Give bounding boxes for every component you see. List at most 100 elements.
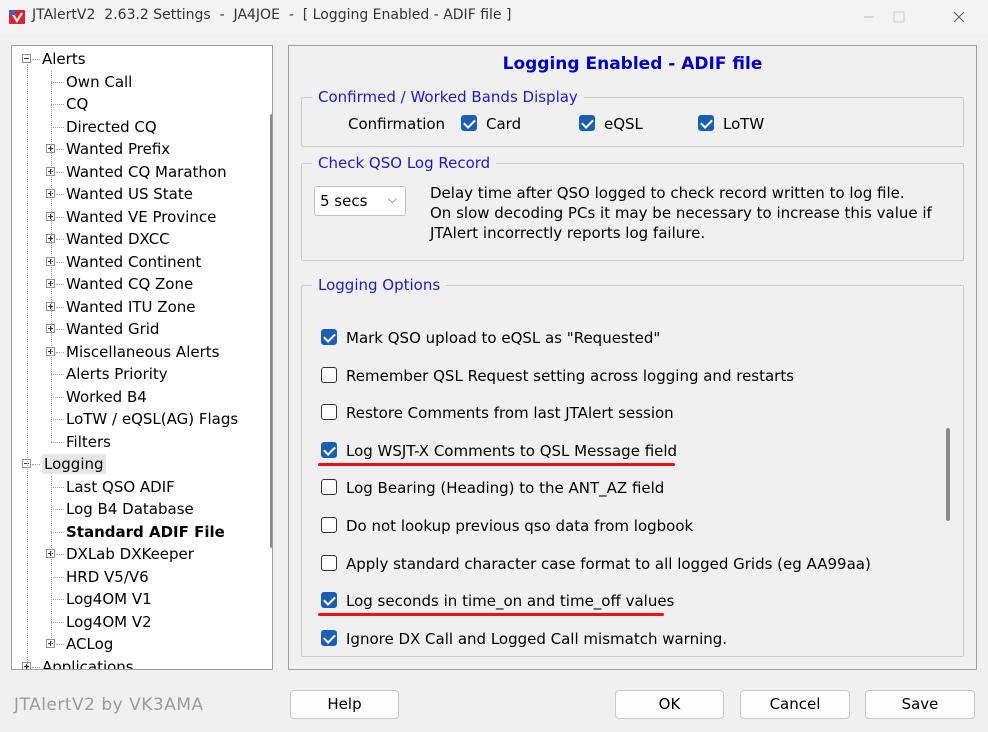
red-underline-annotation: [318, 462, 675, 466]
eqsl-checkbox[interactable]: [579, 115, 595, 131]
tree-item[interactable]: ACLog: [66, 633, 113, 655]
logging-option-checkbox[interactable]: [321, 554, 337, 571]
logging-option-label: Log WSJT-X Comments to QSL Message field: [346, 441, 678, 460]
logging-option-label: Ignore DX Call and Logged Call mismatch …: [346, 629, 728, 648]
tree-item[interactable]: Standard ADIF File: [66, 521, 225, 543]
tree-item-label: Wanted ITU Zone: [66, 297, 196, 316]
tree-item[interactable]: Alerts Priority: [66, 363, 168, 385]
tree-scrollbar[interactable]: [270, 114, 272, 548]
tree-item-label: Wanted VE Province: [66, 207, 217, 226]
logging-option-checkbox[interactable]: [321, 479, 337, 496]
save-button[interactable]: Save: [865, 690, 975, 719]
tree-item-label: Wanted DXCC: [66, 230, 170, 248]
tree-connector: [56, 194, 64, 195]
tree-connector: [56, 171, 64, 173]
tree-item-label: DXLab DXKeeper: [66, 545, 194, 563]
card-checkbox[interactable]: [461, 115, 477, 131]
tree-item-label: Standard ADIF File: [66, 522, 225, 541]
tree-item[interactable]: Own Call: [66, 71, 132, 93]
tree-connector: [32, 464, 40, 465]
tree-item-label: Worked B4: [66, 387, 147, 406]
tree-connector: [56, 261, 64, 263]
tree-item[interactable]: Wanted Grid: [66, 318, 159, 340]
tree-item[interactable]: CQ: [66, 93, 88, 115]
tree-item[interactable]: LoTW / eQSL(AG) Flags: [66, 408, 238, 430]
ok-button[interactable]: OK: [615, 690, 724, 719]
tree-connector: [51, 531, 64, 533]
tree-item[interactable]: Logging: [42, 453, 106, 475]
delay-select[interactable]: 5 secs ⌵: [314, 186, 406, 216]
tree-item[interactable]: DXLab DXKeeper: [66, 543, 194, 565]
logging-option-checkbox[interactable]: [321, 366, 337, 383]
tree-connector: [27, 64, 28, 669]
tree-item-label: Applications: [42, 657, 134, 670]
red-underline-annotation: [318, 613, 664, 617]
tree-connector: [56, 329, 64, 330]
cancel-button[interactable]: Cancel: [740, 690, 850, 719]
tree-item[interactable]: Directed CQ: [66, 116, 157, 138]
tree-item-label: Last QSO ADIF: [66, 477, 175, 496]
tree-connector: [56, 239, 64, 240]
delay-description-line: JTAlert incorrectly reports log failure.: [430, 224, 706, 242]
logging-option-label: Apply standard character case format to …: [346, 554, 871, 573]
tree-connector: [56, 216, 64, 218]
tree-connector: [56, 149, 64, 150]
settings-tree[interactable]: Alerts Own Call CQ Directed CQ Wanted Prefix…: [11, 45, 273, 670]
options-scrollbar[interactable]: [946, 428, 950, 521]
tree-item[interactable]: Wanted Continent: [66, 251, 201, 273]
logging-option-checkbox[interactable]: [321, 592, 337, 609]
tree-connector: [32, 59, 40, 60]
collapse-icon[interactable]: [22, 54, 31, 63]
logging-option-checkbox[interactable]: [321, 629, 337, 646]
confirmation-label: Confirmation: [348, 115, 446, 133]
logging-option-checkbox[interactable]: [321, 329, 337, 345]
tree-connector: [32, 666, 40, 668]
close-button[interactable]: [936, 0, 982, 34]
tree-item[interactable]: Last QSO ADIF: [66, 476, 175, 498]
tree-item[interactable]: HRD V5/V6: [66, 566, 149, 588]
tree-item[interactable]: Wanted VE Province: [66, 206, 216, 228]
lotw-checkbox[interactable]: [698, 115, 714, 131]
tree-item-label: Wanted CQ Zone: [66, 275, 194, 293]
delay-description-line: Delay time after QSO logged to check rec…: [430, 184, 905, 202]
tree-connector: [51, 475, 52, 644]
logging-option-label: Mark QSO upload to eQSL as "Requested": [346, 329, 661, 347]
logging-option-checkbox[interactable]: [321, 404, 337, 421]
page-title: Logging Enabled - ADIF file: [502, 54, 763, 74]
tree-connector: [56, 284, 64, 285]
tree-item[interactable]: Wanted CQ Marathon: [66, 161, 227, 183]
logging-option-label: Remember QSL Request setting across logg…: [346, 366, 795, 385]
tree-connector: [51, 374, 64, 375]
tree-item[interactable]: Wanted US State: [66, 183, 193, 205]
tree-item-label: Wanted CQ Marathon: [66, 162, 227, 181]
logging-option-checkbox[interactable]: [321, 441, 337, 458]
tree-item-label: Filters: [66, 432, 111, 451]
tree-item-label: HRD V5/V6: [66, 567, 149, 586]
tree-connector: [56, 644, 64, 645]
logging-option-label: Do not lookup previous qso data from log…: [346, 517, 694, 535]
tree-item[interactable]: Wanted ITU Zone: [66, 296, 196, 318]
logging-option-label: Log Bearing (Heading) to the ANT_AZ fiel…: [346, 479, 665, 498]
tree-item[interactable]: Worked B4: [66, 386, 147, 408]
tree-connector: [51, 396, 64, 398]
tree-item[interactable]: Log B4 Database: [66, 498, 194, 520]
logging-option-checkbox[interactable]: [321, 517, 337, 533]
delay-description-line: On slow decoding PCs it may be necessary…: [430, 204, 932, 222]
window-title: JTAlertV2 2.63.2 Settings - JA4JOE - [ L…: [32, 7, 512, 23]
tree-item[interactable]: Wanted CQ Zone: [66, 273, 193, 295]
tree-item[interactable]: Wanted Prefix: [66, 138, 170, 160]
tree-item[interactable]: Alerts: [42, 48, 86, 70]
tree-item[interactable]: Log4OM V1: [66, 588, 152, 610]
tree-item-label: Alerts: [42, 50, 86, 68]
help-button[interactable]: Help: [290, 690, 399, 719]
tree-item-label: Directed CQ: [66, 117, 157, 136]
tree-item-label: Wanted US State: [66, 185, 193, 203]
maximize-button[interactable]: [876, 0, 922, 34]
tree-connector: [51, 104, 64, 105]
tree-item[interactable]: Wanted DXCC: [66, 228, 170, 250]
tree-item[interactable]: Miscellaneous Alerts: [66, 341, 219, 363]
tree-item[interactable]: Filters: [66, 431, 111, 453]
tree-connector: [51, 509, 64, 510]
tree-item[interactable]: Applications: [42, 656, 134, 670]
tree-item[interactable]: Log4OM V2: [66, 611, 152, 633]
